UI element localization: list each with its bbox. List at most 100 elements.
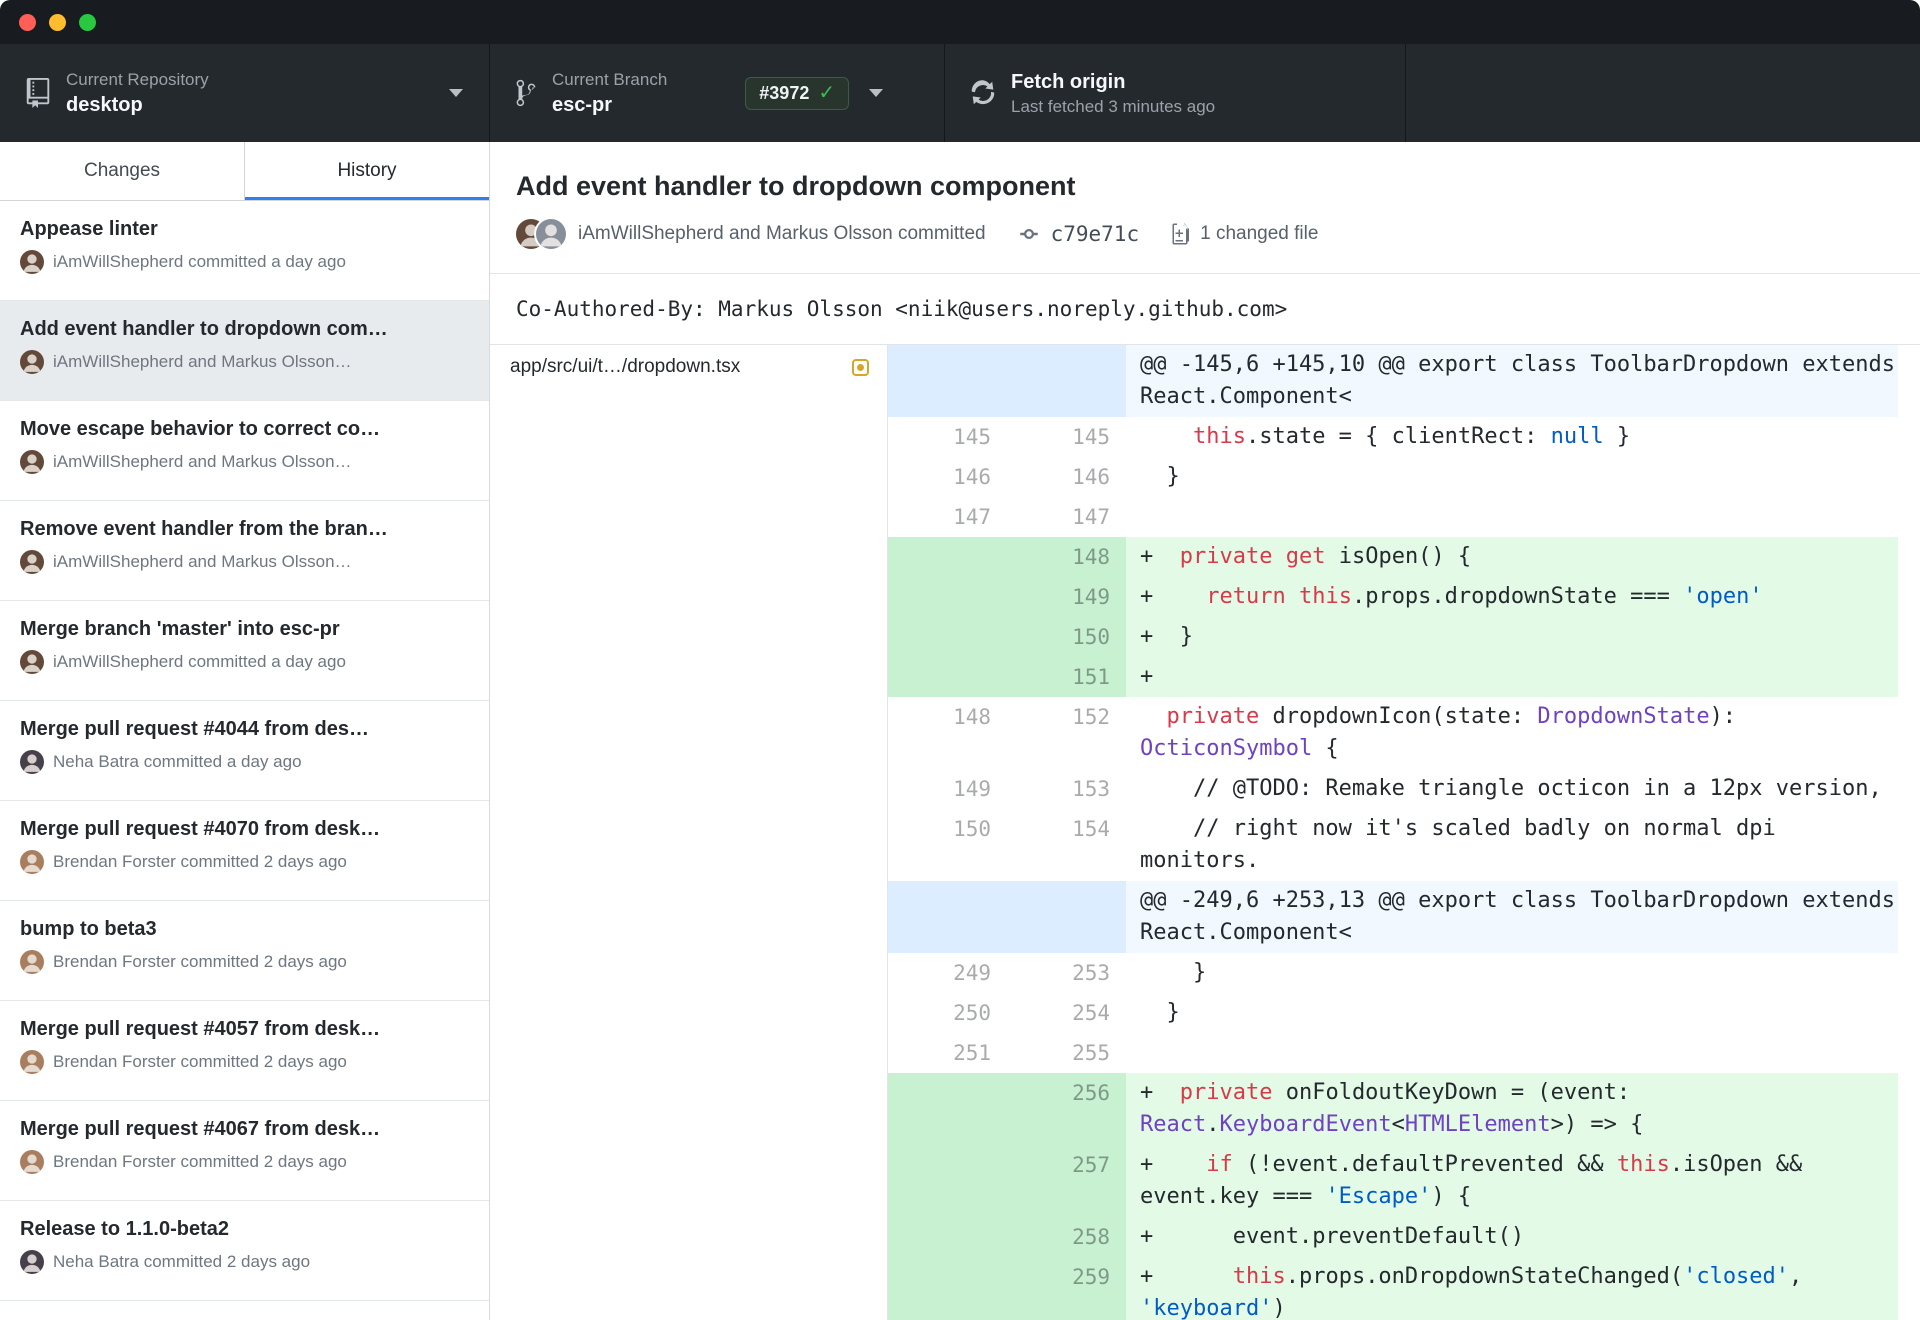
new-line-number: 150: [1007, 617, 1126, 657]
new-line-number: 147: [1072, 505, 1110, 529]
toolbar: Current Repository desktop Current Branc…: [0, 44, 1920, 142]
commit-row[interactable]: Remove event handler from the bran… iAmWi…: [0, 501, 489, 601]
commit-meta: iAmWillShepherd committed a day ago: [20, 650, 469, 674]
code-line: // @TODO: Remake triangle octicon in a 1…: [1140, 776, 1882, 801]
commit-meta: Brendan Forster committed 2 days ago: [20, 1050, 469, 1074]
new-line-number: [1007, 345, 1126, 417]
commit-body: Co-Authored-By: Markus Olsson <niik@user…: [490, 274, 1920, 345]
commit-title-heading: Add event handler to dropdown component: [516, 171, 1076, 201]
fetch-title: Fetch origin: [1011, 70, 1126, 93]
commit-sha: c79e71c: [1050, 222, 1140, 246]
pr-number: #3972: [759, 82, 810, 103]
commit-title: Merge pull request #4067 from desk…: [20, 1118, 381, 1140]
commit-meta-text: Brendan Forster committed 2 days ago: [53, 1052, 347, 1071]
diff-row: 145 145 this.state = { clientRect: null }: [888, 417, 1898, 457]
commit-meta: iAmWillShepherd and Markus Olsson…: [20, 450, 469, 474]
git-branch-icon: [516, 78, 536, 108]
diff-row: 147 147 ​: [888, 497, 1898, 537]
code-line: }: [1140, 464, 1180, 489]
commit-title: bump to beta3: [20, 918, 157, 940]
commit-title: Release to 1.1.0-beta2: [20, 1218, 229, 1240]
diff-row: 251 255 ​: [888, 1033, 1898, 1073]
code-line: }: [1140, 960, 1207, 985]
new-line-number: [1007, 881, 1126, 953]
file-item[interactable]: app/src/ui/t…/dropdown.tsx: [490, 345, 887, 389]
commit-row[interactable]: Merge branch 'master' into esc-pr iAmWill…: [0, 601, 489, 701]
avatar: [20, 350, 44, 374]
branch-name: esc-pr: [552, 93, 613, 116]
commit-row[interactable]: Move escape behavior to correct co… iAmWi…: [0, 401, 489, 501]
code-line: @@ -145,6 +145,10 @@ export class Toolba…: [1126, 345, 1898, 417]
code-line: + private get isOpen() {: [1126, 537, 1898, 577]
commit-meta-text: iAmWillShepherd and Markus Olsson…: [53, 552, 352, 571]
sync-icon: [971, 78, 995, 108]
diff-row: 249 253 }: [888, 953, 1898, 993]
diff-row: 149 + return this.props.dropdownState ===…: [888, 577, 1898, 617]
tab-history[interactable]: History: [245, 142, 489, 200]
minimize-button[interactable]: [49, 13, 66, 31]
old-line-number: [888, 881, 1007, 953]
code-line: + event.preventDefault(): [1126, 1217, 1898, 1257]
old-line-number: 146: [953, 465, 991, 489]
new-line-number: 145: [1072, 425, 1110, 449]
commit-meta-text: Brendan Forster committed 2 days ago: [53, 952, 347, 971]
old-line-number: [888, 1145, 1007, 1217]
commit-meta: Brendan Forster committed 2 days ago: [20, 850, 469, 874]
new-line-number: 151: [1007, 657, 1126, 697]
tab-label: Changes: [83, 160, 161, 181]
fetch-origin-button[interactable]: Fetch origin Last fetched 3 minutes ago: [945, 44, 1406, 142]
commit-row[interactable]: Merge pull request #4057 from desk… Brend…: [0, 1001, 489, 1101]
repository-dropdown[interactable]: Current Repository desktop: [0, 44, 490, 142]
app-window: Current Repository desktop Current Branc…: [0, 0, 1920, 1320]
diff-row: 257 + if (!event.defaultPrevented && this…: [888, 1145, 1898, 1217]
new-line-number: 148: [1007, 537, 1126, 577]
close-button[interactable]: [19, 13, 36, 31]
sidebar-tabs: Changes History: [0, 142, 489, 201]
diff-view: @@ -145,6 +145,10 @@ export class Toolba…: [888, 345, 1898, 1320]
commit-meta: Brendan Forster committed 2 days ago: [20, 1150, 469, 1174]
commit-meta: Neha Batra committed a day ago: [20, 750, 469, 774]
old-line-number: [888, 1257, 1007, 1320]
branch-dropdown[interactable]: Current Branch esc-pr #3972 ✓: [490, 44, 945, 142]
commit-title: Add event handler to dropdown com…: [20, 318, 388, 340]
code-line: + if (!event.defaultPrevented && this.is…: [1126, 1145, 1898, 1217]
new-line-number: 256: [1007, 1073, 1126, 1145]
commit-row[interactable]: Merge pull request #4067 from desk… Brend…: [0, 1101, 489, 1201]
avatar: [20, 250, 44, 274]
new-line-number: 255: [1072, 1041, 1110, 1065]
tab-changes[interactable]: Changes: [0, 142, 245, 200]
commit-row[interactable]: Add event handler to dropdown com… iAmWil…: [0, 301, 489, 401]
code-line: ​: [1126, 1033, 1898, 1073]
commit-meta: iAmWillShepherd committed a day ago: [20, 250, 469, 274]
commit-row[interactable]: Merge pull request #4044 from des… Neha B…: [0, 701, 489, 801]
old-line-number: [888, 1073, 1007, 1145]
avatar: [20, 450, 44, 474]
diff-row: 151 +: [888, 657, 1898, 697]
old-line-number: [888, 657, 1007, 697]
avatar: [20, 750, 44, 774]
new-line-number: 146: [1072, 465, 1110, 489]
commit-row[interactable]: Release to 1.1.0-beta2 Neha Batra committ…: [0, 1201, 489, 1301]
code-line: ​: [1126, 497, 1898, 537]
diff-row: 259 + this.props.onDropdownStateChanged('…: [888, 1257, 1898, 1320]
pr-badge: #3972 ✓: [745, 76, 850, 110]
code-line: }: [1140, 1000, 1180, 1025]
avatar: [20, 550, 44, 574]
commit-authors: iAmWillShepherd and Markus Olsson commit…: [578, 223, 986, 244]
avatar: [20, 1150, 44, 1174]
new-line-number: 257: [1007, 1145, 1126, 1217]
diff-row: 258 + event.preventDefault(): [888, 1217, 1898, 1257]
old-line-number: [888, 1217, 1007, 1257]
commit-row[interactable]: Merge pull request #4072 from des…Brenda…: [0, 1301, 489, 1320]
chevron-down-icon: [449, 89, 463, 97]
new-line-number: 153: [1072, 777, 1110, 801]
commit-row[interactable]: Appease linter iAmWillShepherd committed …: [0, 201, 489, 301]
avatar: [20, 1250, 44, 1274]
new-line-number: 149: [1007, 577, 1126, 617]
commit-meta-text: iAmWillShepherd and Markus Olsson…: [53, 352, 352, 371]
commit-row[interactable]: Merge pull request #4070 from desk… Brend…: [0, 801, 489, 901]
commit-row[interactable]: bump to beta3 Brendan Forster committed 2…: [0, 901, 489, 1001]
code-line: +: [1126, 657, 1898, 697]
check-icon: ✓: [818, 82, 836, 104]
zoom-button[interactable]: [79, 13, 96, 31]
